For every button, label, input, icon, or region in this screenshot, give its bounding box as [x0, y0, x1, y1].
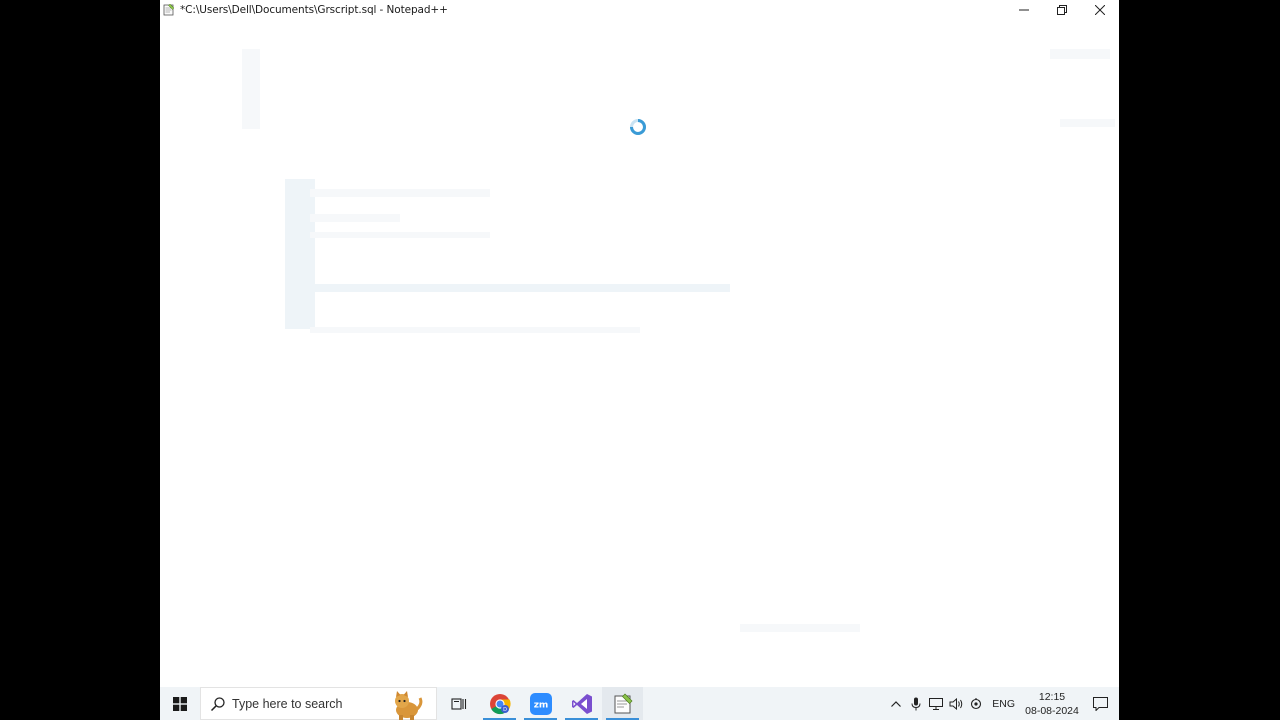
svg-text:D: D	[503, 707, 507, 713]
notification-icon	[1092, 696, 1108, 711]
action-center-button[interactable]	[1081, 687, 1119, 720]
faded-line	[310, 189, 490, 197]
visual-studio-icon	[571, 693, 592, 714]
clock-date: 08-08-2024	[1025, 704, 1079, 717]
chrome-icon: D	[489, 693, 511, 714]
faded-panel	[242, 49, 260, 129]
editor-content-area[interactable]	[160, 19, 1119, 686]
start-button[interactable]	[160, 687, 200, 720]
volume-button[interactable]	[946, 687, 966, 720]
title-bar[interactable]: *C:\Users\Dell\Documents\Grscript.sql - …	[160, 0, 1119, 19]
search-icon	[210, 696, 225, 711]
restore-icon	[1057, 4, 1067, 15]
faded-line	[1060, 119, 1115, 127]
minimize-icon	[1019, 9, 1029, 10]
loading-spinner-icon	[630, 119, 646, 135]
visual-studio-button[interactable]	[561, 687, 602, 720]
minimize-button[interactable]	[1005, 0, 1043, 19]
faded-line	[310, 327, 640, 333]
faded-line	[740, 624, 860, 632]
clock-time: 12:15	[1038, 690, 1066, 703]
faded-line	[310, 214, 400, 222]
window-controls	[1005, 0, 1119, 19]
notepad-plus-plus-icon	[163, 3, 175, 16]
zoom-icon: zm	[529, 692, 552, 715]
task-view-button[interactable]	[438, 687, 479, 720]
windows-start-icon	[173, 696, 187, 711]
sync-icon	[971, 697, 982, 709]
show-hidden-icons-button[interactable]	[886, 687, 906, 720]
close-button[interactable]	[1081, 0, 1119, 19]
microphone-icon	[911, 697, 921, 710]
close-icon	[1095, 4, 1105, 15]
search-placeholder: Type here to search	[232, 696, 343, 711]
system-tray: ENG 12:15 08-08-2024	[886, 687, 1119, 720]
volume-icon	[949, 697, 963, 710]
taskbar-search-box[interactable]: Type here to search	[200, 687, 437, 720]
notepad-plus-plus-button[interactable]	[602, 687, 643, 720]
zoom-button[interactable]: zm	[520, 687, 561, 720]
window-title: *C:\Users\Dell\Documents\Grscript.sql - …	[180, 3, 448, 16]
chrome-button[interactable]: D	[479, 687, 520, 720]
zoom-icon-label: zm	[533, 700, 548, 710]
task-view-icon	[450, 697, 466, 710]
desktop-screen: *C:\Users\Dell\Documents\Grscript.sql - …	[160, 0, 1119, 720]
faded-line	[1050, 49, 1110, 59]
input-language-indicator[interactable]: ENG	[992, 698, 1015, 710]
restore-button[interactable]	[1043, 0, 1081, 19]
network-button[interactable]	[926, 687, 946, 720]
faded-line	[310, 284, 730, 292]
faded-panel	[285, 179, 315, 329]
sync-button[interactable]	[966, 687, 986, 720]
faded-line	[310, 232, 490, 238]
taskbar-clock[interactable]: 12:15 08-08-2024	[1023, 690, 1081, 718]
notepad-plus-plus-icon	[614, 693, 632, 713]
chevron-up-icon	[891, 700, 902, 707]
taskbar: Type here to search D zm ENG 12:15 08-08…	[160, 687, 1119, 720]
microphone-button[interactable]	[906, 687, 926, 720]
cat-illustration-icon	[395, 691, 423, 720]
network-icon	[929, 697, 944, 710]
